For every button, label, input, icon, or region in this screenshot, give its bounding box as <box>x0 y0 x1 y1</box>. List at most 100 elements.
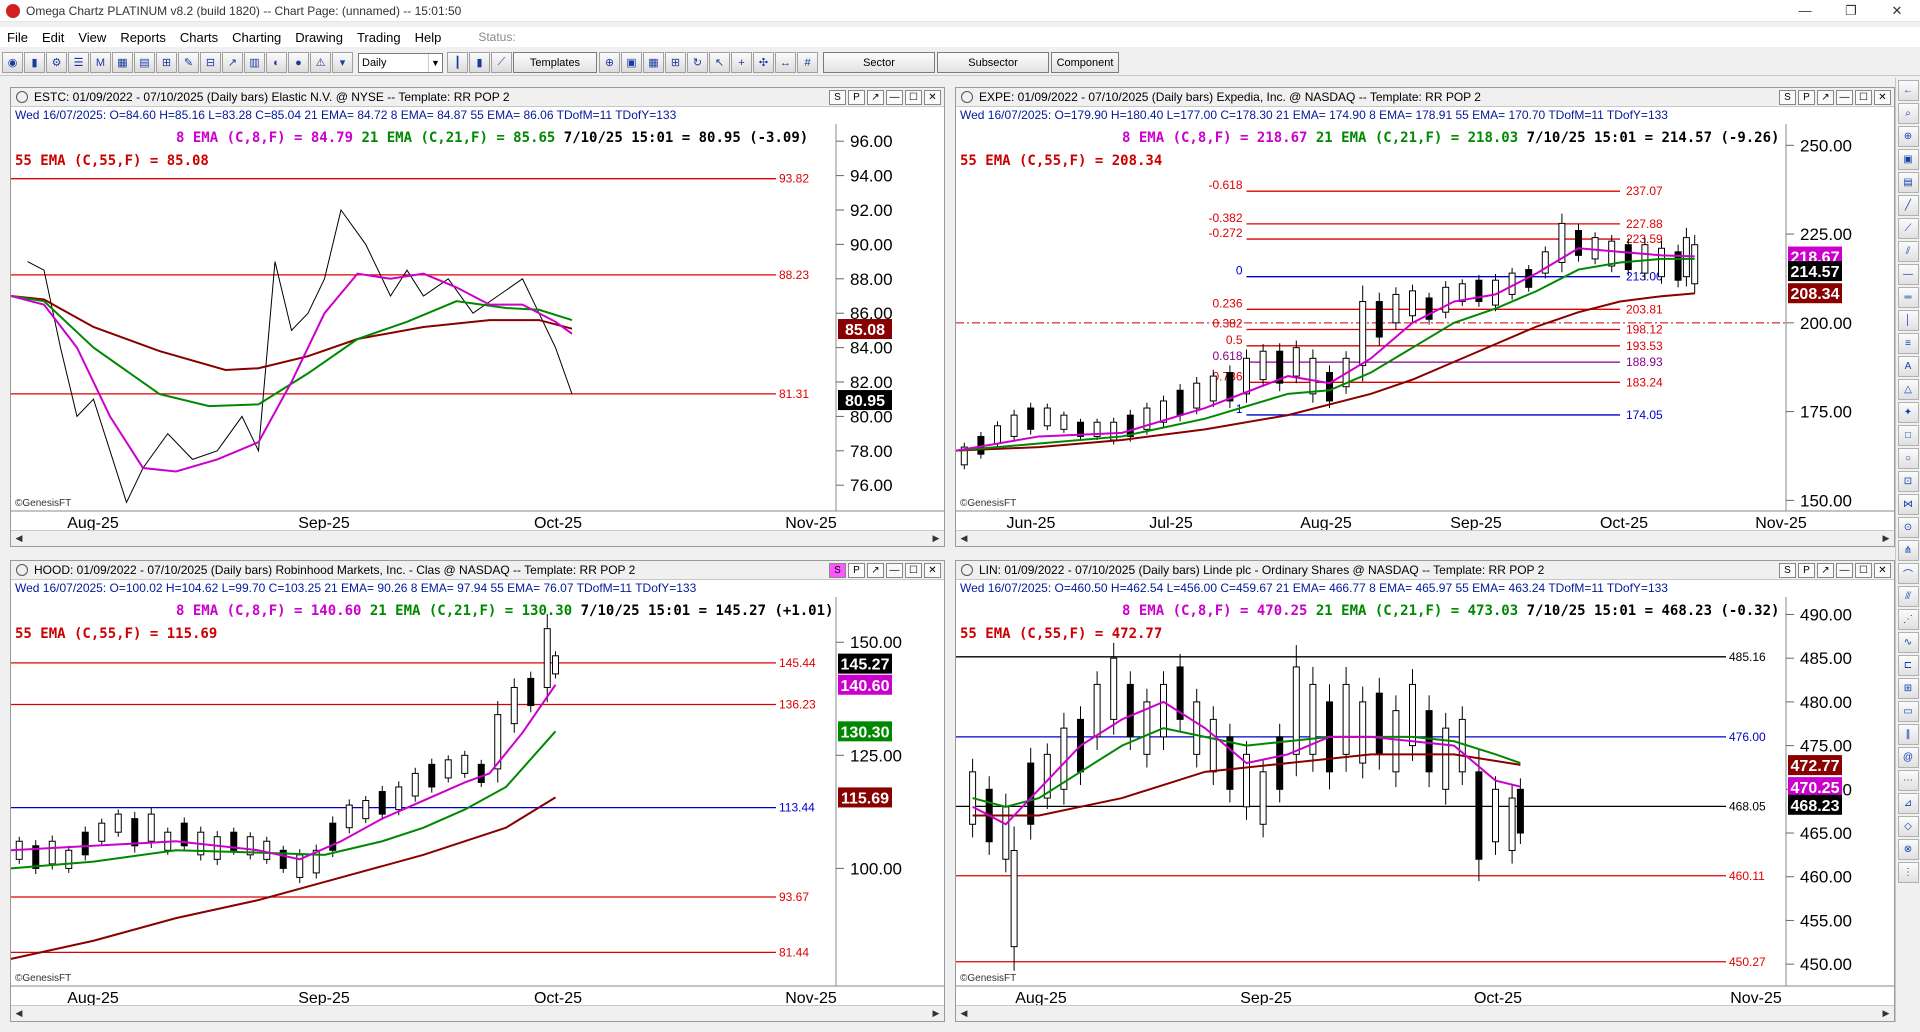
scroll-right-icon[interactable]: ▶ <box>928 1006 944 1022</box>
chart-symbol-icon[interactable] <box>961 91 973 103</box>
zoom-icon[interactable]: ⌕ <box>1897 103 1919 124</box>
cycle-icon[interactable]: ⊙ <box>1897 517 1919 538</box>
triangle-icon[interactable]: △ <box>1897 379 1919 400</box>
scroll-right-icon[interactable]: ▶ <box>928 531 944 547</box>
line-style-icon[interactable]: ⟋ <box>491 52 512 73</box>
open-icon[interactable]: ◉ <box>2 52 23 73</box>
chart-m-icon[interactable]: M <box>90 52 111 73</box>
menu-charting[interactable]: Charting <box>225 30 288 45</box>
grid-icon[interactable]: ▦ <box>112 52 133 73</box>
scroll-left-icon[interactable]: ◀ <box>11 531 27 547</box>
chart-panel-header[interactable]: LIN: 01/09/2022 - 07/10/2025 (Daily bars… <box>956 561 1894 580</box>
dropdown-icon[interactable]: ▾ <box>332 52 353 73</box>
subsector-button[interactable]: Subsector <box>937 52 1049 73</box>
scan-icon[interactable]: ⊞ <box>156 52 177 73</box>
alert-icon[interactable]: ⚠ <box>310 52 331 73</box>
component-button[interactable]: Component <box>1051 52 1119 73</box>
chart-symbol-icon[interactable] <box>16 91 28 103</box>
spiral-icon[interactable]: @ <box>1897 747 1919 768</box>
layout-icon[interactable]: ▣ <box>621 52 642 73</box>
chart-panel-estc[interactable]: ESTC: 01/09/2022 - 07/10/2025 (Daily bar… <box>10 87 945 547</box>
maximize-chart-button[interactable]: ☐ <box>905 89 922 105</box>
chart-panel-hood[interactable]: HOOD: 01/09/2022 - 07/10/2025 (Daily bar… <box>10 560 945 1022</box>
menu-file[interactable]: File <box>0 30 35 45</box>
network-icon[interactable]: ⊕ <box>599 52 620 73</box>
menu-trading[interactable]: Trading <box>350 30 408 45</box>
list-icon[interactable]: ☰ <box>68 52 89 73</box>
maximize-chart-button[interactable]: ☐ <box>1855 89 1872 105</box>
square-icon[interactable]: □ <box>1897 425 1919 446</box>
cursor-icon[interactable]: ↖ <box>709 52 730 73</box>
sector-button[interactable]: Sector <box>823 52 935 73</box>
refresh-icon[interactable]: ↻ <box>687 52 708 73</box>
frame-icon[interactable]: ▣ <box>1897 149 1919 170</box>
chart-symbol-icon[interactable] <box>961 564 973 576</box>
channel-icon[interactable]: ⫽ <box>1897 241 1919 262</box>
rect-icon[interactable]: ▭ <box>1897 701 1919 722</box>
menu-help[interactable]: Help <box>408 30 449 45</box>
menu-charts[interactable]: Charts <box>173 30 225 45</box>
minimize-chart-button[interactable]: — <box>1836 89 1853 105</box>
bar-chart-icon[interactable]: ▥ <box>244 52 265 73</box>
toggle-icon[interactable]: ◐ <box>266 52 287 73</box>
scroll-left-icon[interactable]: ◀ <box>11 1006 27 1022</box>
hash-icon[interactable]: # <box>797 52 818 73</box>
star-icon[interactable]: ✦ <box>1897 402 1919 423</box>
ray-icon[interactable]: ⟋ <box>1897 218 1919 239</box>
settings-icon[interactable]: ⚙ <box>46 52 67 73</box>
price-chart[interactable]: 150.00 125.00 100.00 Aug-25 Sep-25 Oct-25 Nov-… <box>11 597 944 1006</box>
zoom-in-icon[interactable]: ⊕ <box>1897 126 1919 147</box>
scroll-right-icon[interactable]: ▶ <box>1878 531 1894 547</box>
templates-button[interactable]: Templates <box>513 52 597 73</box>
tool-35-icon[interactable]: ⋮ <box>1897 862 1919 883</box>
move-icon[interactable]: ✣ <box>753 52 774 73</box>
styles-button[interactable]: S <box>829 562 846 578</box>
chart-panel-header[interactable]: ESTC: 01/09/2022 - 07/10/2025 (Daily bar… <box>11 88 944 107</box>
maximize-chart-button[interactable]: ☐ <box>905 562 922 578</box>
scroll-left-icon[interactable]: ◀ <box>956 1006 972 1022</box>
text-icon[interactable]: A <box>1897 356 1919 377</box>
tool-32-icon[interactable]: ⊿ <box>1897 793 1919 814</box>
popout-button[interactable]: ↗ <box>1817 562 1834 578</box>
scroll-left-icon[interactable]: ◀ <box>956 531 972 547</box>
horizontal-scrollbar[interactable]: ◀ ▶ <box>956 1005 1894 1021</box>
candle-style-icon[interactable]: ▮ <box>469 52 490 73</box>
measure-icon[interactable]: ⊡ <box>1897 471 1919 492</box>
menu-edit[interactable]: Edit <box>35 30 71 45</box>
minimize-button[interactable]: — <box>1782 0 1828 22</box>
grid-lines-icon[interactable]: ⊞ <box>1897 678 1919 699</box>
horizontal-line-icon[interactable]: — <box>1897 264 1919 285</box>
vertical-line-icon[interactable]: │ <box>1897 310 1919 331</box>
wave-icon[interactable]: ∿ <box>1897 632 1919 653</box>
menu-view[interactable]: View <box>71 30 113 45</box>
close-chart-button[interactable]: ✕ <box>1874 89 1891 105</box>
styles-button[interactable]: S <box>1779 562 1796 578</box>
maximize-chart-button[interactable]: ☐ <box>1855 562 1872 578</box>
popout-button[interactable]: ↗ <box>1817 89 1834 105</box>
menu-reports[interactable]: Reports <box>113 30 173 45</box>
close-chart-button[interactable]: ✕ <box>1874 562 1891 578</box>
chart-icon[interactable]: ▤ <box>1897 172 1919 193</box>
minimize-chart-button[interactable]: — <box>1836 562 1853 578</box>
close-chart-button[interactable]: ✕ <box>924 562 941 578</box>
pitchfork-icon[interactable]: ⋔ <box>1897 540 1919 561</box>
trendline-icon[interactable]: ╱ <box>1897 195 1919 216</box>
print-button[interactable]: P <box>1798 562 1815 578</box>
minimize-chart-button[interactable]: — <box>886 89 903 105</box>
pencil-icon[interactable]: ✎ <box>178 52 199 73</box>
arc-icon[interactable]: ⌒ <box>1897 563 1919 584</box>
close-chart-button[interactable]: ✕ <box>924 89 941 105</box>
chart-panel-header[interactable]: EXPE: 01/09/2022 - 07/10/2025 (Daily bar… <box>956 88 1894 107</box>
horizontal-scrollbar[interactable]: ◀ ▶ <box>956 530 1894 546</box>
speed-line-icon[interactable]: ⫻ <box>1897 586 1919 607</box>
horizontal-scrollbar[interactable]: ◀ ▶ <box>11 1005 944 1021</box>
fan-icon[interactable]: ⋰ <box>1897 609 1919 630</box>
tool-31-icon[interactable]: ⋯ <box>1897 770 1919 791</box>
fib-icon[interactable]: ≡ <box>1897 333 1919 354</box>
circle-icon[interactable]: ○ <box>1897 448 1919 469</box>
horizontal-scrollbar[interactable]: ◀ ▶ <box>11 530 944 546</box>
scroll-right-icon[interactable]: ▶ <box>1878 1006 1894 1022</box>
bar-style-icon[interactable]: ┃ <box>447 52 468 73</box>
price-chart[interactable]: 96.0094.0092.0090.0088.0086.0084.0082.00… <box>11 124 944 531</box>
indicator-icon[interactable]: ⊟ <box>200 52 221 73</box>
